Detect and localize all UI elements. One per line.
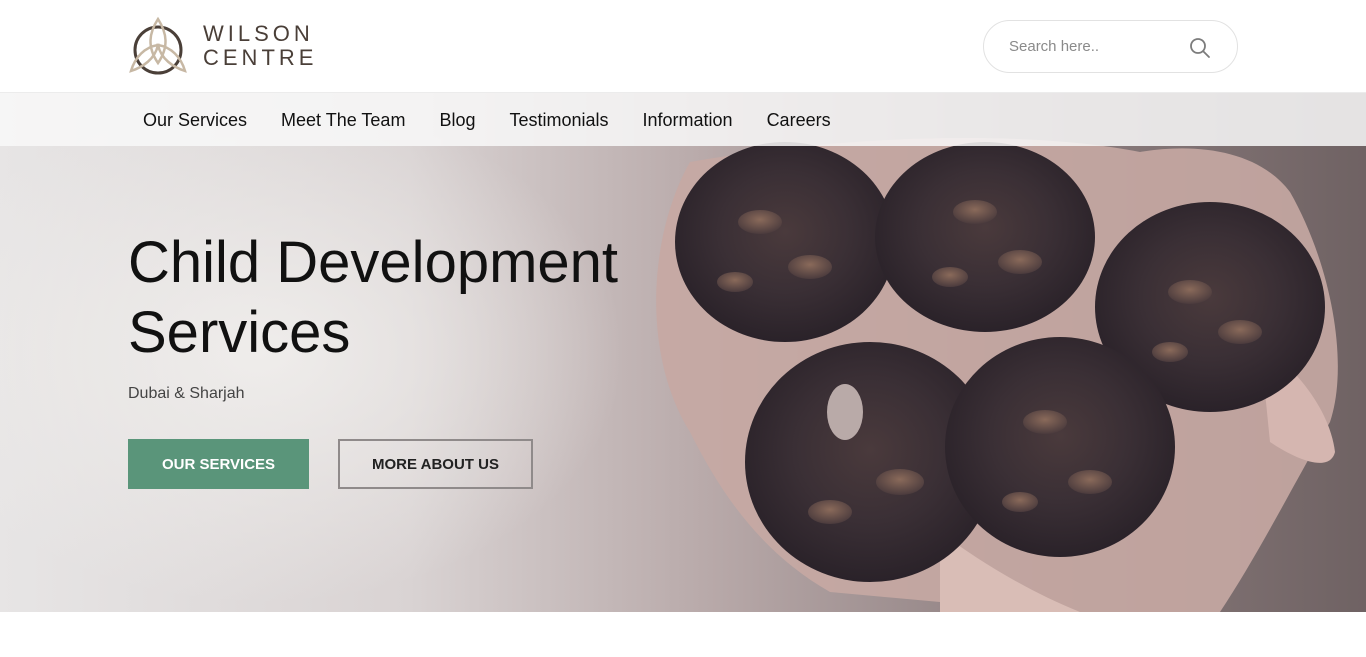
site-logo[interactable]: WILSON CENTRE (127, 15, 317, 77)
search-box (983, 20, 1238, 73)
search-input[interactable] (1009, 38, 1179, 55)
nav-item-careers[interactable]: Careers (750, 110, 848, 131)
nav-item-testimonials[interactable]: Testimonials (492, 110, 625, 131)
logo-wordmark: WILSON CENTRE (203, 23, 317, 69)
nav-item-our-services[interactable]: Our Services (126, 110, 264, 131)
search-icon[interactable] (1189, 37, 1211, 59)
site-header: WILSON CENTRE (0, 0, 1366, 92)
hero-title-line-1: Child Development (128, 230, 619, 295)
hero-title-line-2: Services (128, 300, 351, 365)
hero-title: Child Development Services (128, 228, 618, 368)
logo-line-1: WILSON (203, 21, 314, 46)
nav-item-information[interactable]: Information (626, 110, 750, 131)
nav-item-blog[interactable]: Blog (422, 110, 492, 131)
nav-item-meet-the-team[interactable]: Meet The Team (264, 110, 422, 131)
more-about-us-button[interactable]: MORE ABOUT US (338, 439, 533, 489)
hero-subtitle: Dubai & Sharjah (128, 385, 245, 402)
our-services-button[interactable]: OUR SERVICES (128, 439, 309, 489)
logo-line-2: CENTRE (203, 45, 318, 70)
main-navigation: Our Services Meet The Team Blog Testimon… (0, 92, 1366, 146)
trinity-knot-icon (127, 15, 189, 77)
nav-list: Our Services Meet The Team Blog Testimon… (126, 93, 848, 147)
